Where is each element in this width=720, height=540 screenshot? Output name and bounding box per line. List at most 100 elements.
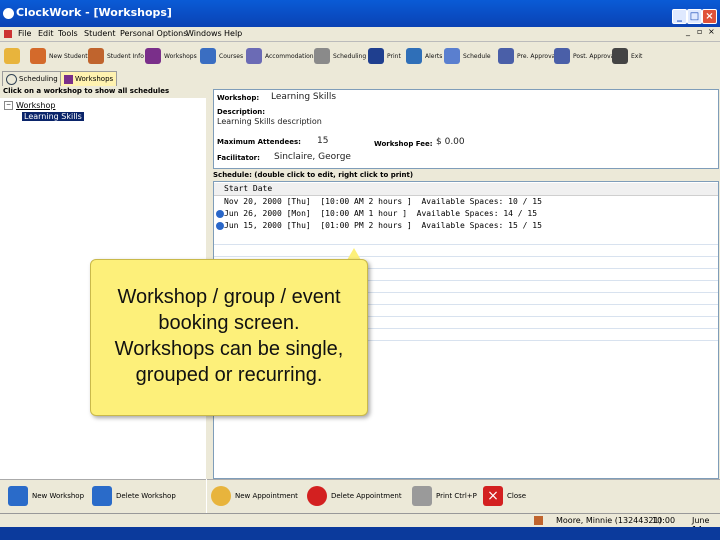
accommodations-button[interactable]: Accommodations xyxy=(246,46,317,66)
title-bar: ClockWork - [Workshops] _ □ × xyxy=(0,0,720,30)
close-icon: × xyxy=(483,486,503,506)
menu-student[interactable]: Student xyxy=(84,29,116,38)
print-button[interactable]: Print xyxy=(368,46,401,66)
description-label: Description: xyxy=(217,108,266,116)
mdi-restore-button[interactable]: ▫ xyxy=(697,27,702,36)
delete-appointment-button[interactable]: Delete Appointment xyxy=(307,484,402,508)
schedule-header: Schedule: (double click to edit, right c… xyxy=(213,171,717,180)
app-icon xyxy=(3,8,14,19)
tree-root-label: Workshop xyxy=(16,101,56,110)
scheduling-icon xyxy=(314,48,330,64)
status-bar: Moore, Minnie (13244321) 10:00 June 14 xyxy=(0,513,720,534)
workshops-icon xyxy=(64,74,73,84)
facilitator-label: Facilitator: xyxy=(217,154,260,162)
menu-personal-options[interactable]: Personal Options xyxy=(120,29,187,38)
callout-line: Workshops can be single, xyxy=(114,338,344,360)
tree-item-learning-skills[interactable]: Learning Skills xyxy=(22,112,84,121)
annotation-callout: Workshop / group / event booking screen.… xyxy=(90,259,368,416)
workshop-details: Workshop: Learning Skills Description: L… xyxy=(213,89,719,169)
new-workshop-button[interactable]: New Workshop xyxy=(8,484,84,508)
taskbar xyxy=(0,527,720,540)
menu-file[interactable]: File xyxy=(18,29,31,38)
workshops-icon xyxy=(145,48,161,64)
collapse-icon[interactable]: − xyxy=(4,101,13,110)
max-attendees-label: Maximum Attendees: xyxy=(217,138,301,146)
workshop-name: Learning Skills xyxy=(271,92,337,102)
appointment-actions: New Appointment Delete Appointment Print… xyxy=(207,479,720,513)
window-title: ClockWork - [Workshops] xyxy=(16,6,172,19)
post-approvals-button[interactable]: Post. Approvals xyxy=(554,46,619,66)
menu-bar: File Edit Tools Student Personal Options… xyxy=(0,27,720,42)
new-student-icon xyxy=(30,48,46,64)
schedule-button[interactable]: Schedule xyxy=(444,46,491,66)
schedule-icon xyxy=(444,48,460,64)
exit-icon xyxy=(612,48,628,64)
print-appointment-button[interactable]: Print Ctrl+P xyxy=(412,484,477,508)
student-info-icon xyxy=(88,48,104,64)
tree-root[interactable]: − Workshop xyxy=(4,101,84,110)
student-info-button[interactable]: Student Info xyxy=(88,46,144,66)
toolbar: New Student Student Info Workshops Cours… xyxy=(0,42,720,71)
menu-windows[interactable]: Windows xyxy=(186,29,222,38)
new-icon xyxy=(211,486,231,506)
delete-icon xyxy=(92,486,112,506)
doc-icon xyxy=(4,30,12,38)
mdi-minimize-button[interactable]: _ xyxy=(686,27,690,36)
alerts-button[interactable]: Alerts xyxy=(406,46,442,66)
workshop-list-header: Click on a workshop to show all schedule… xyxy=(0,87,206,98)
workshop-tree: − Workshop Learning Skills xyxy=(4,101,84,121)
approvals-icon xyxy=(498,48,514,64)
new-icon xyxy=(8,486,28,506)
status-time: 10:00 xyxy=(652,516,676,525)
help-icon xyxy=(4,48,20,64)
callout-line: booking screen. xyxy=(158,312,300,334)
approvals-icon xyxy=(554,48,570,64)
workshop-actions: New Workshop Delete Workshop xyxy=(0,479,206,513)
exit-button[interactable]: Exit xyxy=(612,46,642,66)
recurring-icon xyxy=(216,210,224,218)
new-appointment-button[interactable]: New Appointment xyxy=(211,484,298,508)
mdi-close-button[interactable]: × xyxy=(708,27,715,36)
scheduling-button[interactable]: Scheduling xyxy=(314,46,366,66)
tab-scheduling[interactable]: Scheduling xyxy=(2,71,62,86)
alerts-icon xyxy=(406,48,422,64)
menu-help[interactable]: Help xyxy=(224,29,242,38)
tab-workshops[interactable]: Workshops xyxy=(60,71,118,86)
accommodations-icon xyxy=(246,48,262,64)
callout-line: Workshop / group / event xyxy=(117,286,341,308)
print-icon xyxy=(412,486,432,506)
status-user: Moore, Minnie (13244321) xyxy=(556,516,662,525)
schedule-row[interactable]: Jun 26, 2000 [Mon] [10:00 AM 1 hour ] Av… xyxy=(224,208,537,220)
menu-edit[interactable]: Edit xyxy=(38,29,54,38)
schedule-row[interactable]: Jun 15, 2000 [Thu] [01:00 PM 2 hours ] A… xyxy=(224,220,542,232)
description-text: Learning Skills description xyxy=(217,117,322,126)
close-button[interactable]: × Close xyxy=(483,484,526,508)
delete-workshop-button[interactable]: Delete Workshop xyxy=(92,484,176,508)
tab-strip: Scheduling Workshops xyxy=(0,70,720,88)
workshop-fee-label: Workshop Fee: xyxy=(374,140,433,148)
toolbar-help-button[interactable] xyxy=(4,46,20,66)
schedule-row[interactable]: Nov 20, 2000 [Thu] [10:00 AM 2 hours ] A… xyxy=(224,196,542,208)
clock-icon xyxy=(6,73,17,85)
user-icon xyxy=(534,516,543,525)
max-attendees-value: 15 xyxy=(317,136,329,146)
maximize-button[interactable]: □ xyxy=(687,9,702,24)
start-date-column: Start Date xyxy=(224,184,273,193)
courses-button[interactable]: Courses xyxy=(200,46,243,66)
delete-icon xyxy=(307,486,327,506)
pre-approvals-button[interactable]: Pre. Approvals xyxy=(498,46,560,66)
recurring-icon xyxy=(216,222,224,230)
callout-line: grouped or recurring. xyxy=(135,364,323,386)
workshop-label: Workshop: xyxy=(217,94,260,102)
tree-item-label: Learning Skills xyxy=(22,112,84,121)
workshops-button[interactable]: Workshops xyxy=(145,46,197,66)
new-student-button[interactable]: New Student xyxy=(30,46,88,66)
minimize-button[interactable]: _ xyxy=(672,9,687,24)
workshop-fee-value: $ 0.00 xyxy=(436,137,465,147)
facilitator-value: Sinclaire, George xyxy=(274,152,351,162)
close-window-button[interactable]: × xyxy=(702,9,717,24)
courses-icon xyxy=(200,48,216,64)
menu-tools[interactable]: Tools xyxy=(58,29,78,38)
callout-text: Workshop / group / event booking screen.… xyxy=(91,284,367,388)
schedule-column-header[interactable]: Start Date xyxy=(214,183,718,196)
